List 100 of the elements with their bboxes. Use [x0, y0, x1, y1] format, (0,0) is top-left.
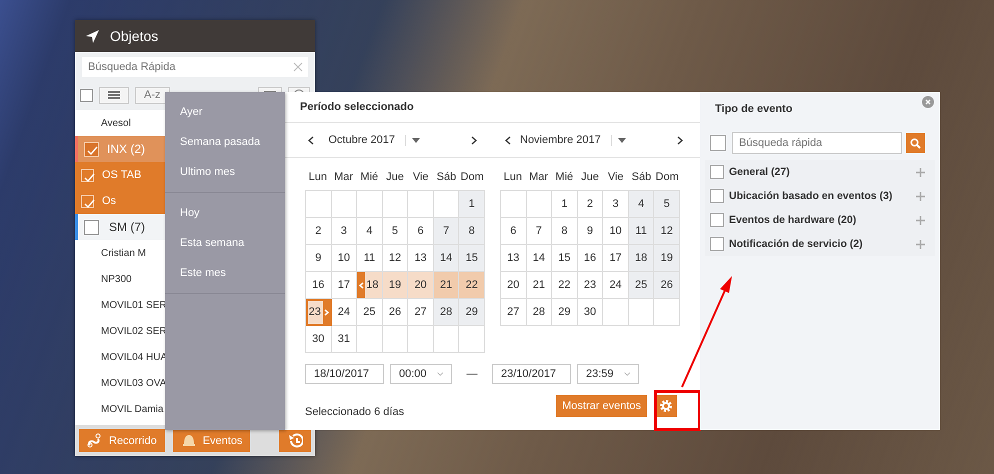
calendar-day[interactable]: 30 [306, 326, 332, 353]
calendar-day[interactable]: 18 [357, 272, 383, 299]
calendar-day[interactable]: 28 [526, 299, 552, 326]
calendar-day[interactable]: 26 [654, 272, 680, 299]
event-type-label: Notificación de servicio (2) [729, 238, 864, 250]
calendar-day[interactable]: 1 [459, 191, 485, 218]
month-title[interactable]: Octubre 2017 [323, 134, 399, 146]
caret-down-icon [618, 138, 626, 142]
calendar-day[interactable]: 7 [526, 218, 552, 245]
calendar-day[interactable]: 22 [552, 272, 578, 299]
calendar-day[interactable]: 2 [578, 191, 604, 218]
search-field[interactable]: Búsqueda Rápida [82, 57, 293, 77]
selection-summary: Seleccionado 6 días [305, 405, 406, 418]
calendar-day[interactable]: 9 [578, 218, 604, 245]
start-date-field[interactable]: 18/10/2017 [305, 364, 384, 384]
calendar-day[interactable]: 9 [306, 245, 332, 272]
history-icon [287, 432, 303, 448]
weekday-label: Sáb [630, 171, 652, 183]
checkbox[interactable] [710, 237, 724, 251]
chevron-left-icon [308, 136, 314, 144]
select-all-checkbox[interactable] [80, 88, 93, 102]
chevron-right-icon [471, 136, 477, 144]
checkbox[interactable] [84, 220, 99, 234]
settings-button[interactable] [655, 395, 677, 417]
calendar-day[interactable]: 24 [332, 299, 358, 326]
weekday-label: Jue [385, 171, 405, 183]
plus-icon[interactable] [916, 192, 925, 200]
empty-day-cell [603, 299, 629, 326]
panel-title: Tipo de evento [715, 103, 794, 115]
sort-button[interactable]: A-z [135, 86, 170, 104]
list-view-button[interactable] [99, 86, 129, 104]
calendar-day[interactable]: 30 [578, 299, 604, 326]
calendar-day[interactable]: 20 [501, 272, 527, 299]
calendar-day[interactable]: 3 [332, 218, 358, 245]
weekday-label: Mié [359, 171, 380, 183]
calendar-day[interactable]: 23 [578, 272, 604, 299]
calendar-day[interactable]: 27 [501, 299, 527, 326]
calendar-day[interactable]: 4 [628, 191, 654, 218]
select-all-checkbox[interactable] [710, 135, 726, 151]
checkbox[interactable] [81, 168, 94, 182]
calendar-day[interactable]: 1 [552, 191, 578, 218]
chevron-down-icon [624, 371, 630, 377]
calendar-day[interactable]: 10 [332, 245, 358, 272]
calendar-day[interactable]: 25 [357, 299, 383, 326]
event-type-label: Ubicación basado en eventos (3) [729, 190, 894, 202]
checkbox[interactable] [84, 142, 99, 156]
calendar-day[interactable]: 25 [628, 272, 654, 299]
checkbox[interactable] [710, 165, 724, 179]
calendar-day[interactable]: 14 [526, 245, 552, 272]
calendar-day[interactable]: 5 [654, 191, 680, 218]
start-time-select[interactable]: 00:00 [390, 364, 452, 384]
calendar-day[interactable]: 8 [552, 218, 578, 245]
calendar-day[interactable]: 5 [382, 218, 408, 245]
calendar-day[interactable]: 16 [578, 245, 604, 272]
search-button[interactable] [906, 133, 925, 153]
calendar-day[interactable]: 19 [654, 245, 680, 272]
calendar-day[interactable]: 31 [332, 326, 358, 353]
clear-icon[interactable] [293, 57, 308, 77]
calendar-day[interactable]: 2 [306, 218, 332, 245]
navigation-arrow-icon [85, 28, 100, 44]
calendar-day[interactable]: 15 [552, 245, 578, 272]
chevron-down-icon [436, 371, 443, 377]
calendar-day[interactable]: 8 [459, 218, 485, 245]
calendar-day[interactable]: 21 [526, 272, 552, 299]
checkbox[interactable] [710, 213, 724, 227]
event-type-label: General (27) [729, 166, 791, 178]
end-time-select[interactable]: 23:59 [577, 364, 639, 384]
calendar-day[interactable]: 14 [434, 245, 460, 272]
range-start-handle[interactable] [357, 272, 366, 298]
checkbox[interactable] [710, 189, 724, 203]
plus-icon[interactable] [916, 168, 925, 176]
weekday-label: Vie [606, 171, 625, 183]
object-label: OS TAB [102, 169, 142, 181]
calendar-day[interactable]: 26 [382, 299, 408, 326]
calendar-day[interactable]: 28 [434, 299, 460, 326]
checkbox[interactable] [81, 194, 94, 208]
calendar-day[interactable]: 11 [628, 218, 654, 245]
close-icon[interactable] [922, 96, 934, 108]
range-end-handle[interactable] [322, 299, 331, 325]
calendar-day[interactable]: 20 [408, 272, 434, 299]
weekday-label: Sáb [436, 171, 458, 183]
calendar-day[interactable]: 13 [501, 245, 527, 272]
history-button[interactable] [279, 429, 311, 452]
calendar-day[interactable]: 21 [434, 272, 460, 299]
calendar-day[interactable]: 18 [628, 245, 654, 272]
calendar-day[interactable]: 7 [434, 218, 460, 245]
calendar-day[interactable]: 4 [357, 218, 383, 245]
calendar-day[interactable]: 29 [552, 299, 578, 326]
calendar-day[interactable]: 22 [459, 272, 485, 299]
calendar-day[interactable]: 6 [501, 218, 527, 245]
calendar-day[interactable]: 29 [459, 299, 485, 326]
plus-icon[interactable] [916, 216, 925, 224]
month-title[interactable]: Noviembre 2017 [520, 134, 605, 146]
calendar-day[interactable]: 15 [459, 245, 485, 272]
plus-icon[interactable] [916, 240, 925, 248]
chevron-right-icon [676, 136, 683, 144]
calendar-day[interactable]: 19 [382, 272, 408, 299]
calendar-day[interactable]: 12 [654, 218, 680, 245]
calendar-day[interactable]: 23 [306, 299, 332, 326]
end-date-field[interactable]: 23/10/2017 [492, 364, 571, 384]
